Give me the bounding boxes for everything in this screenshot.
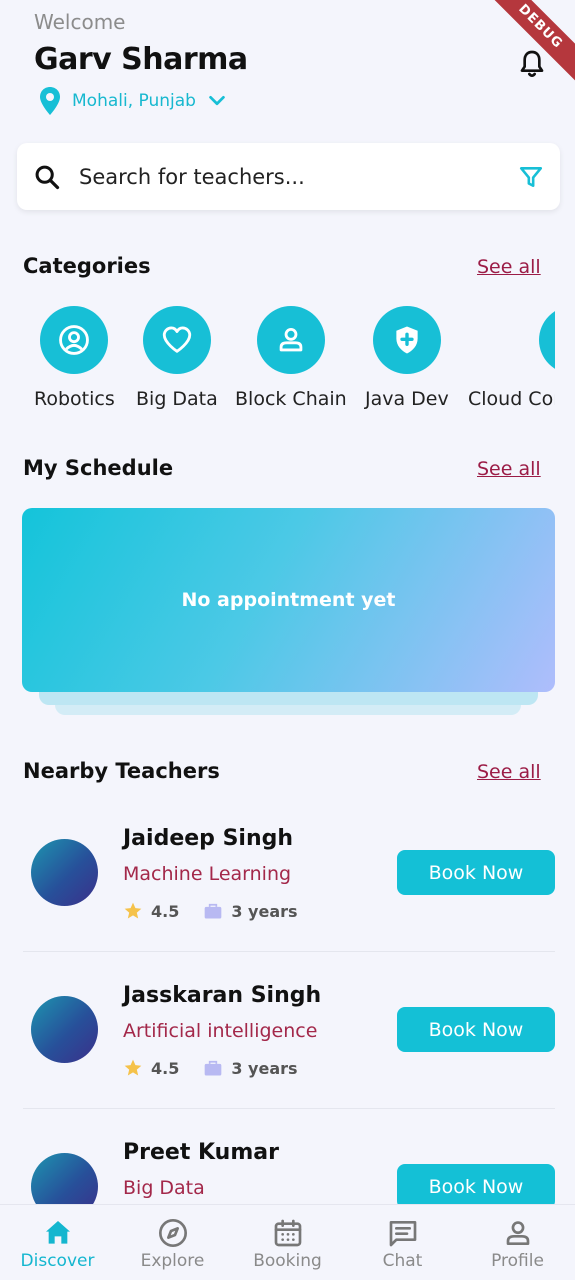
nav-chat[interactable]: Chat	[345, 1205, 460, 1280]
user-name: Garv Sharma	[34, 42, 248, 77]
nav-booking[interactable]: Booking	[230, 1205, 345, 1280]
empty-schedule-text: No appointment yet	[181, 589, 396, 611]
bottom-navigation: Discover Explore Booking Chat Profile	[0, 1204, 575, 1280]
schedule-title: My Schedule	[23, 456, 174, 480]
location-text: Mohali, Punjab	[72, 91, 196, 111]
home-icon	[45, 1221, 70, 1244]
profile-icon	[506, 1221, 529, 1245]
nav-profile[interactable]: Profile	[460, 1205, 575, 1280]
teacher-experience: 3 years	[231, 901, 298, 921]
nearby-teachers-title: Nearby Teachers	[23, 759, 220, 783]
nav-label: Profile	[491, 1251, 544, 1271]
categories-title: Categories	[23, 254, 151, 278]
chat-icon	[389, 1221, 416, 1247]
schedule-see-all-link[interactable]: See all	[477, 458, 541, 480]
teacher-rating: 4.5	[151, 901, 180, 921]
category-cloud-computing[interactable]: Cloud Computing	[468, 306, 555, 410]
book-now-button[interactable]: Book Now	[397, 1007, 555, 1052]
category-label: Big Data	[136, 388, 218, 410]
book-now-button[interactable]: Book Now	[397, 850, 555, 895]
briefcase-icon	[205, 1060, 222, 1076]
book-now-button[interactable]: Book Now	[397, 1164, 555, 1209]
location-pin-icon	[40, 87, 60, 115]
teacher-card[interactable]: Jaideep Singh Machine Learning 4.5 3 yea…	[0, 800, 575, 955]
category-label: Robotics	[34, 388, 115, 410]
teacher-subject: Big Data	[123, 1177, 205, 1199]
search-icon	[35, 165, 60, 189]
teacher-rating: 4.5	[151, 1058, 180, 1078]
teacher-name: Preet Kumar	[123, 1140, 279, 1165]
nav-label: Discover	[20, 1251, 95, 1271]
avatar	[31, 839, 98, 906]
divider	[23, 1108, 555, 1109]
category-robotics[interactable]: Robotics	[34, 306, 115, 410]
nav-label: Booking	[253, 1251, 322, 1271]
nav-discover[interactable]: Discover	[0, 1205, 115, 1280]
nav-label: Explore	[140, 1251, 205, 1271]
category-label: Cloud Computing	[468, 388, 555, 410]
teacher-card[interactable]: Jasskaran Singh Artificial intelligence …	[0, 957, 575, 1112]
teacher-subject: Artificial intelligence	[123, 1020, 318, 1042]
heart-icon	[162, 326, 192, 353]
category-block-chain[interactable]: Block Chain	[235, 306, 347, 410]
avatar	[31, 996, 98, 1063]
chevron-down-icon	[209, 95, 225, 106]
teacher-subject: Machine Learning	[123, 863, 292, 885]
category-label: Block Chain	[235, 388, 347, 410]
search-bar	[17, 143, 560, 210]
teacher-name: Jasskaran Singh	[123, 983, 322, 1008]
welcome-label: Welcome	[34, 10, 126, 34]
star-icon	[124, 1059, 142, 1076]
teacher-meta: 4.5 3 years	[123, 1058, 298, 1078]
filter-icon[interactable]	[518, 164, 544, 190]
person-icon	[279, 327, 303, 352]
teacher-experience: 3 years	[231, 1058, 298, 1078]
star-icon	[124, 902, 142, 919]
teacher-meta: 4.5 3 years	[123, 901, 298, 921]
category-label: Java Dev	[365, 388, 449, 410]
calendar-icon	[274, 1219, 301, 1247]
location-selector[interactable]: Mohali, Punjab	[38, 86, 228, 116]
divider	[23, 951, 555, 952]
nav-label: Chat	[382, 1251, 423, 1271]
nearby-see-all-link[interactable]: See all	[477, 761, 541, 783]
schedule-card[interactable]: No appointment yet	[22, 508, 555, 692]
teacher-name: Jaideep Singh	[123, 826, 294, 851]
person-circle-icon	[59, 325, 90, 355]
search-input[interactable]	[79, 164, 518, 189]
categories-see-all-link[interactable]: See all	[477, 256, 541, 278]
nav-explore[interactable]: Explore	[115, 1205, 230, 1280]
compass-icon	[158, 1219, 187, 1247]
notification-bell-icon[interactable]	[516, 46, 548, 82]
shield-plus-icon	[396, 326, 418, 354]
category-java-dev[interactable]: Java Dev	[365, 306, 449, 410]
category-big-data[interactable]: Big Data	[136, 306, 218, 410]
briefcase-icon	[205, 903, 222, 919]
categories-list: Robotics Big Data Block Chain Java Dev C…	[0, 306, 555, 416]
